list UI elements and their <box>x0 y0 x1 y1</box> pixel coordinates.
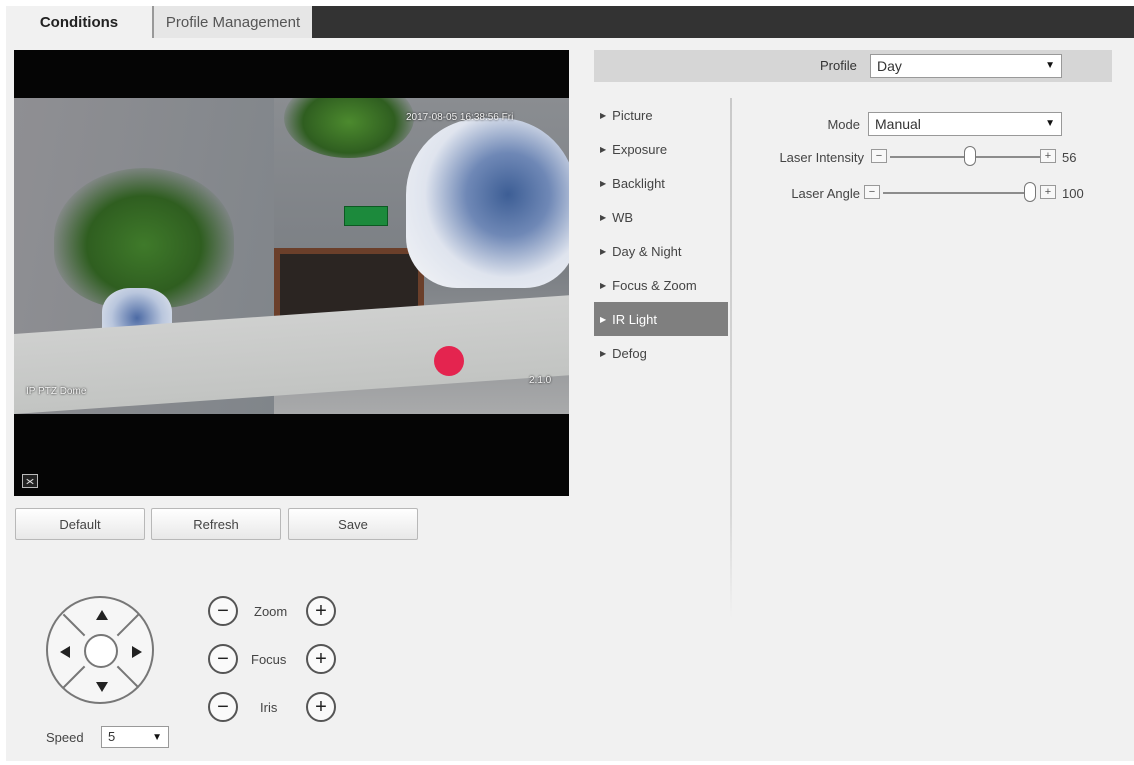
menu-item-ir-light[interactable]: ▶ IR Light <box>594 302 728 336</box>
chevron-down-icon: ▼ <box>1045 60 1055 71</box>
menu-arrow-icon: ▶ <box>600 110 607 120</box>
menu-arrow-icon: ▶ <box>600 314 607 324</box>
video-preview[interactable]: 2017-08-05 16:38:56 Fri IP PTZ Dome 2.1.… <box>14 50 569 496</box>
menu-arrow-icon: ▶ <box>600 178 607 188</box>
menu-item-wb[interactable]: ▶ WB <box>594 200 728 234</box>
ptz-up-icon[interactable] <box>96 610 108 620</box>
menu-item-label: Focus & Zoom <box>612 277 697 293</box>
speed-select[interactable]: 5 ▼ <box>101 726 169 748</box>
dpad-divider <box>62 665 86 689</box>
scene-exit-sign <box>344 206 388 226</box>
menu-item-defog[interactable]: ▶ Defog <box>594 336 728 370</box>
laser-intensity-label: Laser Intensity <box>779 150 864 165</box>
menu-item-exposure[interactable]: ▶ Exposure <box>594 132 728 166</box>
scene-vase-large <box>406 118 569 288</box>
menu-item-label: Defog <box>612 345 647 361</box>
camera-settings-app: Conditions Profile Management 2017-08-05… <box>6 6 1134 761</box>
refresh-button[interactable]: Refresh <box>151 508 281 540</box>
scene-red-light <box>434 346 464 376</box>
mode-value: Manual <box>875 116 921 132</box>
laser-angle-slider-handle[interactable] <box>1024 182 1036 202</box>
osd-camera-name: IP PTZ Dome <box>26 386 87 397</box>
focus-label: Focus <box>251 652 287 667</box>
menu-arrow-icon: ▶ <box>600 144 607 154</box>
camera-scene <box>14 98 569 414</box>
menu-item-label: WB <box>612 209 634 225</box>
osd-timestamp: 2017-08-05 16:38:56 Fri <box>406 112 514 123</box>
menu-arrow-icon: ▶ <box>600 348 607 358</box>
menu-item-focus-zoom[interactable]: ▶ Focus & Zoom <box>594 268 728 302</box>
chevron-down-icon: ▼ <box>1045 118 1055 129</box>
laser-intensity-increase-button[interactable]: + <box>1040 149 1056 163</box>
tab-conditions[interactable]: Conditions <box>6 6 152 38</box>
menu-item-label: Exposure <box>612 141 668 157</box>
default-button[interactable]: Default <box>15 508 145 540</box>
iris-label: Iris <box>260 700 278 715</box>
scene-plant <box>54 168 234 308</box>
speed-label: Speed <box>46 730 84 745</box>
settings-menu: ▶ Picture ▶ Exposure ▶ Backlight ▶ WB ▶ Day &… <box>594 98 728 370</box>
fullscreen-icon[interactable] <box>22 474 38 488</box>
dpad-divider <box>62 613 86 637</box>
laser-angle-track[interactable] <box>883 192 1026 194</box>
menu-item-label: Backlight <box>612 175 665 191</box>
osd-zoom: 2.1.0 <box>529 375 552 386</box>
ptz-direction-pad <box>46 596 154 704</box>
dpad-divider <box>116 613 140 637</box>
menu-item-picture[interactable]: ▶ Picture <box>594 98 728 132</box>
menu-arrow-icon: ▶ <box>600 212 607 222</box>
save-button[interactable]: Save <box>288 508 418 540</box>
laser-intensity-value: 56 <box>1062 150 1077 165</box>
laser-intensity-slider-handle[interactable] <box>964 146 976 166</box>
ptz-down-icon[interactable] <box>96 682 108 692</box>
menu-item-label: Day & Night <box>612 243 682 259</box>
zoom-in-button[interactable]: + <box>306 596 336 626</box>
profile-label: Profile <box>820 58 857 73</box>
tab-bar: Conditions Profile Management <box>6 6 1134 38</box>
menu-item-backlight[interactable]: ▶ Backlight <box>594 166 728 200</box>
scene-plant-top <box>284 98 414 158</box>
zoom-out-button[interactable]: − <box>208 596 238 626</box>
zoom-label: Zoom <box>254 604 288 619</box>
ptz-left-icon[interactable] <box>60 646 70 658</box>
mode-select[interactable]: Manual ▼ <box>868 112 1062 136</box>
menu-divider <box>730 98 732 618</box>
laser-angle-label: Laser Angle <box>791 186 860 201</box>
mode-label: Mode <box>827 117 860 132</box>
iris-open-button[interactable]: + <box>306 692 336 722</box>
menu-item-label: Picture <box>612 107 653 123</box>
ptz-center-button[interactable] <box>84 634 118 668</box>
focus-far-button[interactable]: + <box>306 644 336 674</box>
chevron-down-icon: ▼ <box>152 732 162 743</box>
menu-item-label: IR Light <box>612 311 657 327</box>
laser-angle-increase-button[interactable]: + <box>1040 185 1056 199</box>
menu-arrow-icon: ▶ <box>600 280 607 290</box>
laser-angle-decrease-button[interactable]: − <box>864 185 880 199</box>
profile-value: Day <box>877 58 902 74</box>
dpad-divider <box>116 665 140 689</box>
menu-arrow-icon: ▶ <box>600 246 607 256</box>
laser-intensity-decrease-button[interactable]: − <box>871 149 887 163</box>
menu-item-day-night[interactable]: ▶ Day & Night <box>594 234 728 268</box>
profile-bar: Profile Day ▼ <box>594 50 1112 82</box>
speed-value: 5 <box>108 729 116 744</box>
profile-select[interactable]: Day ▼ <box>870 54 1062 78</box>
ptz-right-icon[interactable] <box>132 646 142 658</box>
laser-angle-value: 100 <box>1062 186 1084 201</box>
tab-profile-management[interactable]: Profile Management <box>152 6 312 38</box>
iris-close-button[interactable]: − <box>208 692 238 722</box>
focus-near-button[interactable]: − <box>208 644 238 674</box>
